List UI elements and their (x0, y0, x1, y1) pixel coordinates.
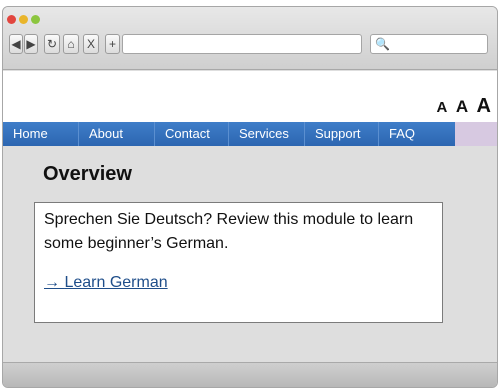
font-size-medium-button[interactable]: A (456, 97, 468, 116)
site-nav: Home About Contact Services Support FAQ (3, 122, 497, 146)
font-size-controls: A A A (433, 95, 491, 118)
browser-window: ◀ ▶ ↻ ⌂ X + 🔍 A A A Home About Contact S… (2, 6, 498, 388)
nav-faq[interactable]: FAQ (379, 122, 455, 146)
page-content: Overview Sprechen Sie Deutsch? Review th… (3, 146, 497, 366)
back-button[interactable]: ◀ (9, 34, 23, 54)
nav-support[interactable]: Support (305, 122, 379, 146)
address-bar[interactable] (122, 34, 362, 54)
browser-status-bar (3, 362, 497, 387)
home-button[interactable]: ⌂ (63, 34, 79, 54)
font-size-large-button[interactable]: A (477, 95, 491, 117)
stop-button[interactable]: X (83, 34, 99, 54)
learn-german-link[interactable]: → Learn German (44, 274, 168, 292)
browser-toolbar: ◀ ▶ ↻ ⌂ X + 🔍 (3, 7, 497, 70)
close-window-icon[interactable] (7, 15, 16, 24)
overview-description: Sprechen Sie Deutsch? Review this module… (44, 211, 414, 252)
nav-home[interactable]: Home (3, 122, 79, 146)
new-tab-button[interactable]: + (105, 34, 120, 54)
learn-german-label: Learn German (64, 274, 168, 291)
search-field[interactable]: 🔍 (370, 34, 488, 54)
nav-services[interactable]: Services (229, 122, 305, 146)
site-header: A A A (3, 71, 497, 122)
forward-button[interactable]: ▶ (24, 34, 38, 54)
arrow-right-icon: → (44, 274, 60, 291)
zoom-window-icon[interactable] (31, 15, 40, 24)
search-icon: 🔍 (375, 37, 390, 51)
minimize-window-icon[interactable] (19, 15, 28, 24)
nav-about[interactable]: About (79, 122, 155, 146)
nav-contact[interactable]: Contact (155, 122, 229, 146)
overview-card: Sprechen Sie Deutsch? Review this module… (34, 202, 443, 323)
page-title: Overview (43, 163, 132, 185)
font-size-small-button[interactable]: A (437, 99, 448, 116)
reload-button[interactable]: ↻ (44, 34, 60, 54)
